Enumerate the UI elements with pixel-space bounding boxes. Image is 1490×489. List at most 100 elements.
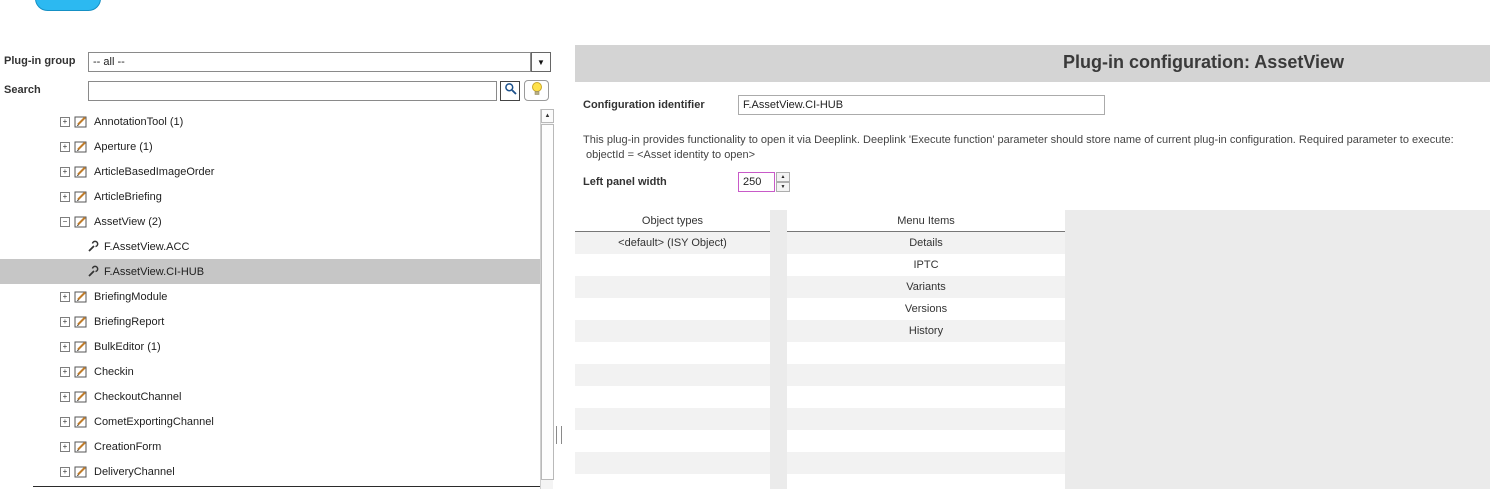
expand-icon[interactable]: +: [60, 191, 70, 202]
object-types-empty-row: [575, 298, 770, 320]
plugin-icon: [74, 190, 89, 203]
tree-item-cometexportingchannel[interactable]: + CometExportingChannel: [0, 409, 540, 434]
tree-item-label: ArticleBriefing: [94, 190, 162, 203]
chevron-down-icon: ▼: [537, 57, 545, 67]
tree-item-label: AssetView (2): [94, 215, 162, 228]
tree-item-label: BriefingModule: [94, 290, 168, 303]
search-input[interactable]: [88, 81, 497, 101]
object-types-empty-row: [575, 364, 770, 386]
search-icon: [504, 82, 517, 100]
object-types-table: Object types <default> (ISY Object): [575, 210, 770, 489]
tree-item-deliverychannel[interactable]: + DeliveryChannel: [0, 459, 540, 484]
plugin-icon: [74, 215, 89, 228]
plugin-group-select[interactable]: -- all --: [88, 52, 531, 72]
expand-icon[interactable]: +: [60, 391, 70, 402]
tree-item-assetview-ci-hub[interactable]: F.AssetView.CI-HUB: [0, 259, 540, 284]
tree-item-label: Checkin: [94, 365, 134, 378]
top-pill-button[interactable]: [35, 0, 101, 11]
menu-items-empty-row: [787, 452, 1065, 474]
expand-icon[interactable]: +: [60, 416, 70, 427]
object-types-empty-row: [575, 386, 770, 408]
tree-scrollbar[interactable]: ▲: [540, 109, 554, 489]
menu-items-empty-row: [787, 342, 1065, 364]
page-title: Plug-in configuration: AssetView: [1063, 52, 1345, 72]
menu-items-empty-row: [787, 408, 1065, 430]
expand-icon[interactable]: +: [60, 291, 70, 302]
spinner-down-icon: ▼: [780, 183, 786, 190]
description-line-2: objectId = <Asset identity to open>: [586, 149, 756, 161]
left-panel-width-spinner: ▲ ▼: [776, 172, 790, 192]
tree-item-label: BulkEditor (1): [94, 340, 161, 353]
tree-item-briefingmodule[interactable]: + BriefingModule: [0, 284, 540, 309]
tree-bottom-border: [33, 486, 553, 487]
expand-icon[interactable]: +: [60, 166, 70, 177]
plugin-icon: [74, 440, 89, 453]
plugin-icon: [74, 290, 89, 303]
collapse-icon[interactable]: −: [60, 216, 70, 227]
expand-icon[interactable]: +: [60, 466, 70, 477]
plugin-icon: [74, 115, 89, 128]
plugin-icon: [74, 140, 89, 153]
plugin-icon: [74, 340, 89, 353]
spinner-up-icon: ▲: [780, 173, 786, 180]
menu-items-row[interactable]: Variants: [787, 276, 1065, 298]
plugin-icon: [74, 165, 89, 178]
menu-items-table: Menu Items Details IPTC Variants Version…: [787, 210, 1065, 489]
tree-item-checkoutchannel[interactable]: + CheckoutChannel: [0, 384, 540, 409]
menu-items-empty-row: [787, 430, 1065, 452]
tree-item-assetview[interactable]: − AssetView (2): [0, 209, 540, 234]
object-types-empty-row: [575, 408, 770, 430]
tree-item-annotationtool[interactable]: + AnnotationTool (1): [0, 109, 540, 134]
tree-item-creationform[interactable]: + CreationForm: [0, 434, 540, 459]
expand-icon[interactable]: +: [60, 316, 70, 327]
plugin-tree: + AnnotationTool (1) + Aperture (1) + Ar…: [0, 109, 540, 484]
tree-item-bulkeditor[interactable]: + BulkEditor (1): [0, 334, 540, 359]
menu-items-empty-row: [787, 364, 1065, 386]
expand-icon[interactable]: +: [60, 366, 70, 377]
plugin-group-selected-value: -- all --: [93, 56, 125, 68]
left-panel-width-input[interactable]: [738, 172, 775, 192]
tree-item-assetview-acc[interactable]: F.AssetView.ACC: [0, 234, 540, 259]
tree-item-label: ArticleBasedImageOrder: [94, 165, 215, 178]
spinner-up-button[interactable]: ▲: [776, 172, 790, 182]
tree-item-articlebasedimageorder[interactable]: + ArticleBasedImageOrder: [0, 159, 540, 184]
menu-items-row[interactable]: History: [787, 320, 1065, 342]
search-button[interactable]: [500, 81, 520, 101]
configuration-identifier-input[interactable]: [738, 95, 1105, 115]
object-types-empty-row: [575, 320, 770, 342]
plugin-icon: [74, 365, 89, 378]
menu-items-row[interactable]: Versions: [787, 298, 1065, 320]
menu-items-row[interactable]: Details: [787, 232, 1065, 254]
configuration-panel: Plug-in configuration: AssetView Configu…: [575, 45, 1490, 489]
spinner-down-button[interactable]: ▼: [776, 182, 790, 192]
menu-items-row[interactable]: IPTC: [787, 254, 1065, 276]
object-types-row[interactable]: <default> (ISY Object): [575, 232, 770, 254]
tree-item-checkin[interactable]: + Checkin: [0, 359, 540, 384]
plugin-icon: [74, 465, 89, 478]
panel-splitter-handle[interactable]: [556, 426, 562, 444]
menu-items-empty-row: [787, 386, 1065, 408]
wrench-icon: [86, 265, 99, 278]
expand-icon[interactable]: +: [60, 341, 70, 352]
search-label: Search: [4, 84, 41, 96]
expand-icon[interactable]: +: [60, 116, 70, 127]
object-types-empty-row: [575, 276, 770, 298]
plugin-group-dropdown-button[interactable]: ▼: [531, 52, 551, 72]
tree-item-label: AnnotationTool (1): [94, 115, 184, 128]
tree-item-aperture[interactable]: + Aperture (1): [0, 134, 540, 159]
tree-item-briefingreport[interactable]: + BriefingReport: [0, 309, 540, 334]
plugin-icon: [74, 390, 89, 403]
configuration-identifier-label: Configuration identifier: [583, 99, 705, 111]
object-types-empty-row: [575, 254, 770, 276]
left-panel-width-label: Left panel width: [583, 176, 667, 188]
tables-section: Object types <default> (ISY Object) Menu…: [575, 210, 1490, 489]
scrollbar-thumb[interactable]: [541, 124, 554, 480]
tree-item-articlebriefing[interactable]: + ArticleBriefing: [0, 184, 540, 209]
hint-button[interactable]: [524, 80, 549, 101]
expand-icon[interactable]: +: [60, 441, 70, 452]
expand-icon[interactable]: +: [60, 141, 70, 152]
plugin-icon: [74, 315, 89, 328]
menu-items-empty-row: [787, 474, 1065, 489]
tree-item-label: CheckoutChannel: [94, 390, 182, 403]
scroll-up-button[interactable]: ▲: [541, 109, 554, 123]
